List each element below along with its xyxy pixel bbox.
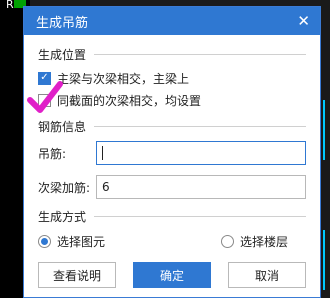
method-group-title: 生成方式	[38, 207, 306, 225]
divider	[94, 125, 306, 127]
text-caret	[102, 146, 103, 160]
divider	[94, 53, 306, 55]
divider	[94, 215, 306, 217]
option-same-section[interactable]: 同截面的次梁相交，均设置	[38, 89, 306, 111]
option-main-secondary[interactable]: ✓ 主梁与次梁相交，主梁上	[38, 67, 306, 89]
dialog-button-row: 查看说明 确定 取消	[38, 262, 306, 288]
secondary-field-row: 次梁加筋: 6	[38, 173, 306, 201]
cyan-line	[323, 230, 325, 290]
annotation-checkmark	[27, 81, 63, 113]
hanger-label: 吊筋:	[38, 146, 67, 161]
ok-button[interactable]: 确定	[133, 262, 211, 288]
rebar-group-title: 钢筋信息	[38, 117, 306, 135]
radio-dot-selected[interactable]	[38, 234, 51, 248]
hanger-field-row: 吊筋:	[38, 139, 306, 167]
cancel-button[interactable]: 取消	[228, 262, 306, 288]
radio-select-floor[interactable]: 选择楼层	[220, 233, 288, 250]
method-radio-group: 选择图元 选择楼层	[38, 229, 306, 253]
hanger-input[interactable]	[96, 141, 306, 165]
cad-background-right	[320, 0, 330, 298]
radio-select-element[interactable]: 选择图元	[38, 233, 105, 250]
secondary-input[interactable]: 6	[96, 175, 306, 199]
method-group-label: 生成方式	[38, 209, 87, 224]
option-label: 同截面的次梁相交，均设置	[57, 93, 202, 108]
cyan-line	[323, 100, 325, 160]
dialog-titlebar: 生成吊筋 ✕	[24, 7, 320, 35]
radio-label: 选择楼层	[239, 234, 288, 249]
position-group-title: 生成位置	[38, 45, 306, 63]
rebar-group-label: 钢筋信息	[38, 119, 87, 134]
secondary-label: 次梁加筋:	[38, 180, 91, 195]
option-label: 主梁与次梁相交，主梁上	[57, 71, 190, 86]
radio-dot[interactable]	[220, 234, 234, 248]
radio-label: 选择图元	[57, 234, 106, 249]
generate-hanger-dialog: 生成吊筋 ✕ 生成位置 ✓ 主梁与次梁相交，主梁上 同截面的次梁相交，均设置 钢…	[23, 6, 321, 298]
secondary-value: 6	[102, 180, 110, 194]
position-group-label: 生成位置	[38, 47, 87, 62]
help-button[interactable]: 查看说明	[38, 262, 116, 288]
dialog-title: 生成吊筋	[36, 15, 89, 31]
close-icon[interactable]: ✕	[297, 13, 310, 29]
dialog-content: 生成位置 ✓ 主梁与次梁相交，主梁上 同截面的次梁相交，均设置 钢筋信息 吊筋:…	[24, 35, 320, 253]
